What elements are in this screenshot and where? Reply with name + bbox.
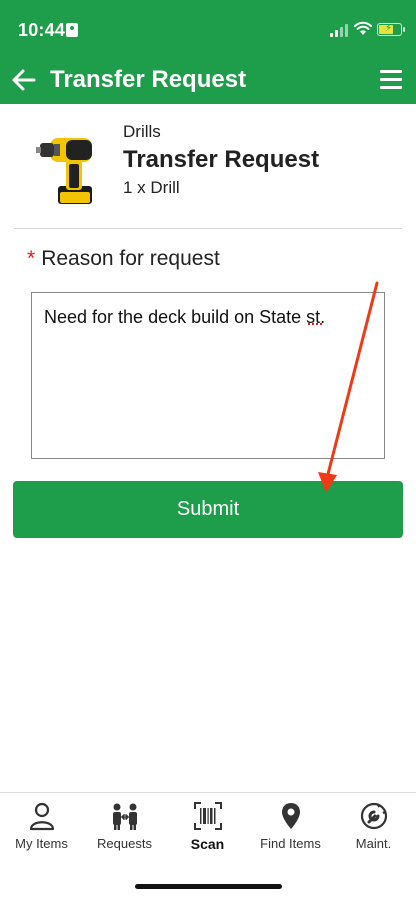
home-indicator[interactable] [135,884,282,889]
battery-charging-icon: ⚡ [377,23,405,36]
app-header: 10:44 ⚡ Transfer Request [0,0,416,104]
hamburger-menu-icon[interactable] [380,70,402,90]
product-quantity: 1 x Drill [123,178,180,197]
reason-label: * Reason for request [27,247,220,271]
section-divider [14,228,402,229]
tab-maintenance[interactable]: Maint. [332,801,415,861]
product-category: Drills [123,122,161,141]
barcode-scan-icon [193,802,222,830]
reason-label-text: Reason for request [41,247,220,270]
tab-label: My Items [15,836,68,851]
spellcheck-underline [308,322,322,325]
tab-requests[interactable]: Requests [83,801,166,861]
submit-button[interactable]: Submit [13,481,403,538]
drill-product-image [36,138,92,204]
page-title: Transfer Request [50,66,247,93]
wifi-icon [354,21,372,35]
tab-label: Requests [97,836,152,851]
product-title: Transfer Request [123,146,320,173]
tab-label: Find Items [260,836,321,851]
cellular-signal-icon [330,23,350,37]
tab-find-items[interactable]: Find Items [249,801,332,861]
tab-scan[interactable]: Scan [166,801,249,861]
product-summary: Drills Transfer Request 1 x Drill [0,104,416,228]
person-icon [29,802,54,831]
reason-textarea[interactable]: Need for the deck build on State st. [31,292,385,459]
tab-label: Maint. [355,836,392,851]
map-pin-icon [281,803,300,829]
wrench-circle-icon [360,802,387,830]
required-marker: * [27,247,36,270]
contact-card-icon [66,23,78,37]
people-exchange-icon [112,803,137,830]
status-time: 10:44 [18,20,66,40]
back-arrow-icon[interactable] [10,66,38,94]
status-bar: 10:44 ⚡ [0,0,416,60]
tab-my-items[interactable]: My Items [0,801,83,861]
tab-label: Scan [190,836,225,852]
